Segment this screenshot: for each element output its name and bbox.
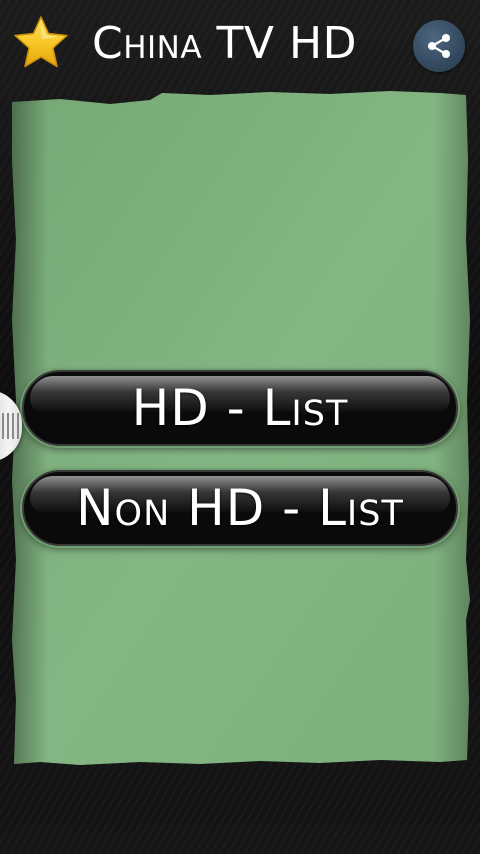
app-screen: China TV HD HD - List Non HD - List	[0, 0, 480, 854]
app-title: China TV HD	[92, 18, 357, 69]
share-icon	[428, 34, 450, 58]
star-icon	[14, 16, 68, 68]
app-header: China TV HD	[0, 0, 480, 90]
non-hd-list-label: Non HD - List	[76, 479, 404, 537]
hd-list-label: HD - List	[131, 379, 349, 437]
drawer-grip-icon	[1, 413, 19, 439]
hd-list-button[interactable]: HD - List	[22, 370, 458, 446]
favorite-button[interactable]	[10, 14, 72, 70]
non-hd-list-button[interactable]: Non HD - List	[22, 470, 458, 546]
share-button[interactable]	[413, 20, 465, 72]
